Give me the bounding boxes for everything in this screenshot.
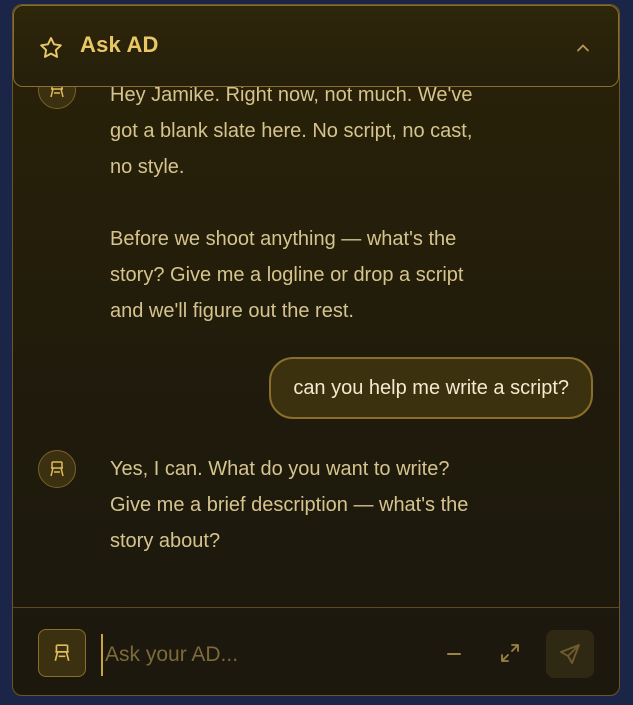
minus-icon[interactable] — [443, 643, 465, 665]
message-line — [110, 185, 550, 221]
send-button[interactable] — [546, 630, 594, 678]
director-chair-icon — [54, 644, 70, 661]
assistant-message: Hey Jamike. Right now, not much. We've g… — [110, 87, 550, 329]
chevron-up-icon[interactable] — [574, 39, 592, 57]
ask-ad-panel: Hey Jamike. Right now, not much. We've g… — [12, 4, 620, 696]
message-line: Before we shoot anything — what's the — [110, 228, 457, 250]
assistant-message: Yes, I can. What do you want to write? G… — [110, 451, 550, 559]
message-line: Yes, I can. What do you want to write? — [110, 458, 450, 480]
chat-input-bar — [13, 608, 619, 695]
star-icon — [40, 37, 62, 58]
message-line: Give me a brief description — what's the — [110, 494, 469, 516]
assistant-avatar — [38, 87, 76, 109]
chat-messages[interactable]: Hey Jamike. Right now, not much. We've g… — [13, 87, 619, 607]
message-line: story? Give me a logline or drop a scrip… — [110, 264, 464, 286]
message-line: story about? — [110, 530, 221, 552]
send-icon — [560, 644, 580, 664]
ad-avatar-button[interactable] — [38, 629, 86, 677]
chat-input[interactable] — [101, 634, 427, 676]
message-line: got a blank slate here. No script, no ca… — [110, 120, 473, 142]
message-line: and we'll figure out the rest. — [110, 300, 354, 322]
message-line: no style. — [110, 156, 185, 178]
user-message-bubble: can you help me write a script? — [269, 357, 593, 419]
expand-icon[interactable] — [498, 641, 522, 665]
message-line: Hey Jamike. Right now, not much. We've — [110, 87, 473, 106]
panel-title: Ask AD — [80, 32, 159, 57]
director-chair-icon — [50, 87, 64, 98]
panel-header[interactable]: Ask AD — [13, 5, 619, 87]
assistant-avatar — [38, 450, 76, 488]
director-chair-icon — [50, 461, 64, 477]
